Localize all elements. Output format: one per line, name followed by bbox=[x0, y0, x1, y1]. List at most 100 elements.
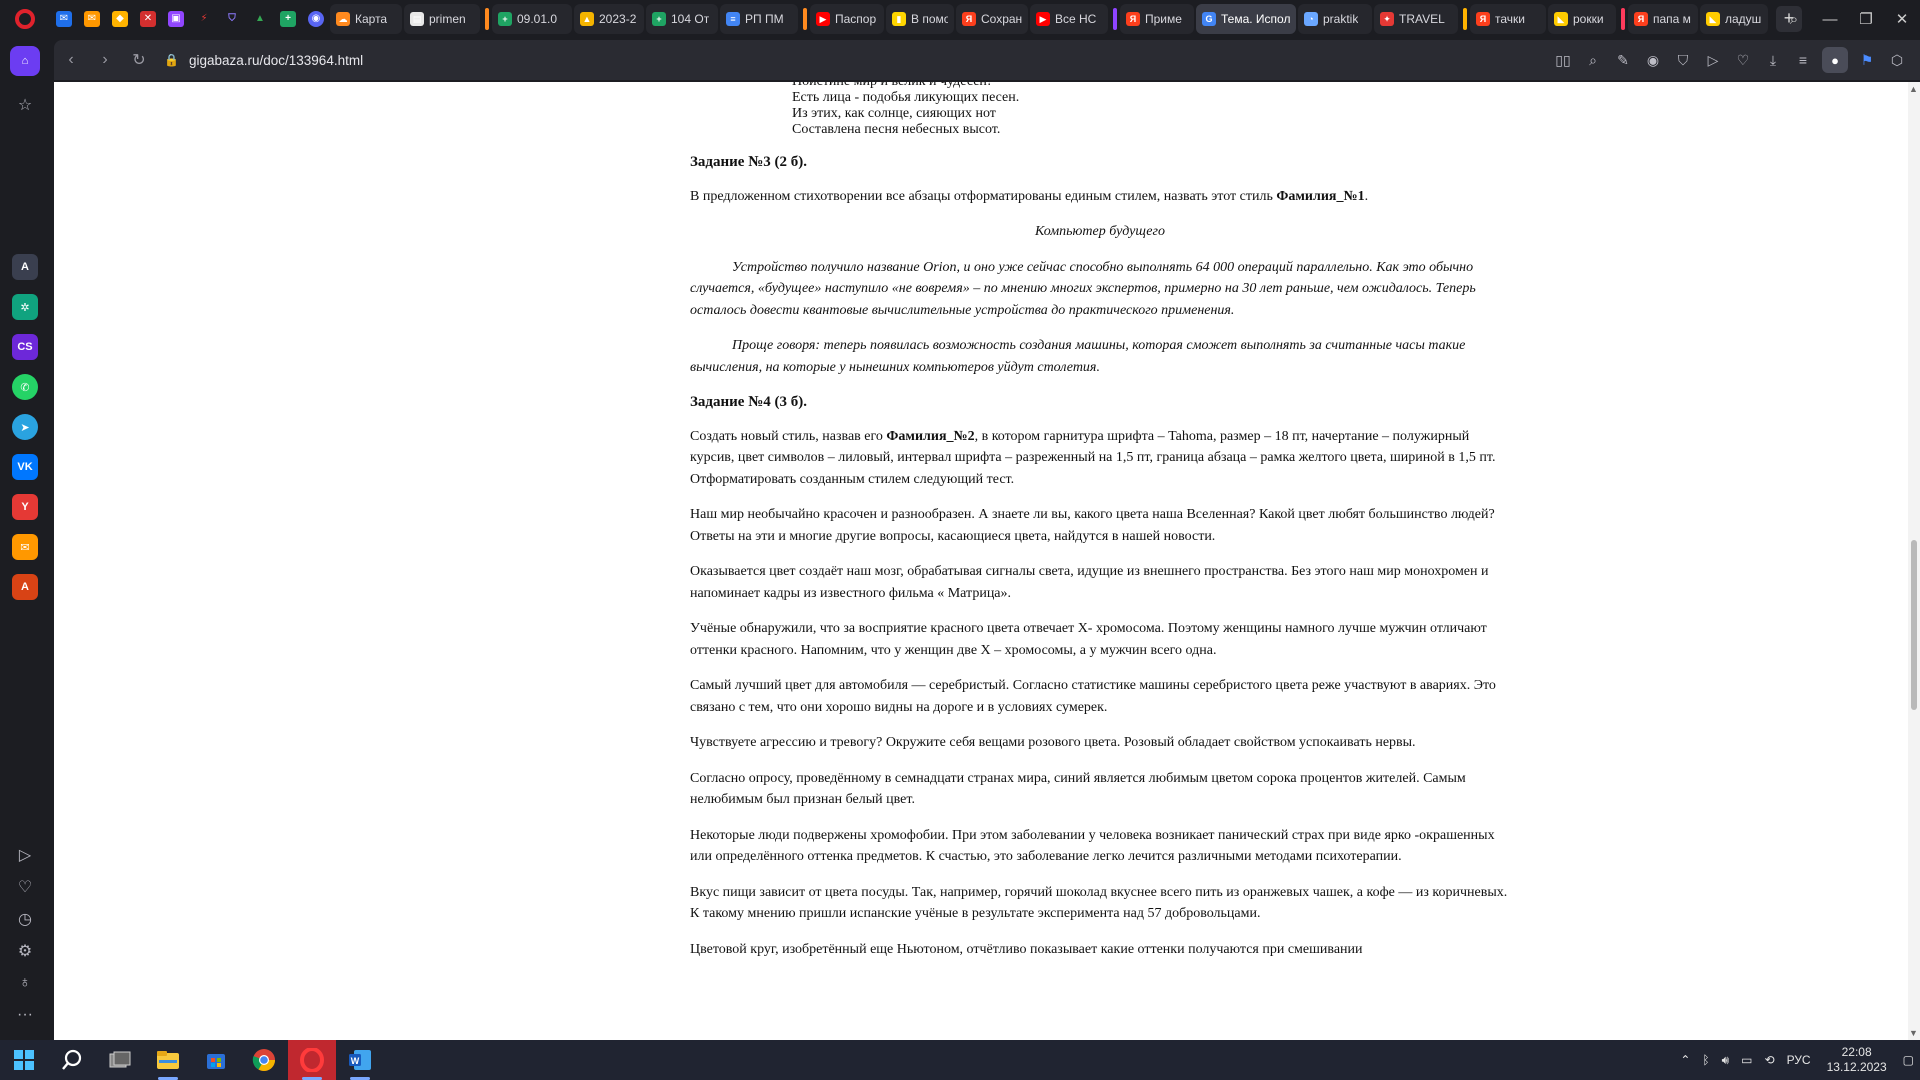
browser-tab[interactable]: ▶ Все НС bbox=[1030, 4, 1108, 34]
screen: ✉ ✉ ◆ ✕ ▣ ⚡ ⛉ ▲ + ◉ ☁ Карта ▤ primen +09.01.… bbox=[0, 0, 1920, 1080]
address-bar[interactable]: 🔒 gigabaza.ru/doc/133964.html bbox=[164, 53, 363, 68]
browser-tab[interactable]: ◔ praktik bbox=[1298, 4, 1372, 34]
sidebar-player[interactable]: ▷ bbox=[10, 840, 40, 870]
pinned-tab-drive[interactable]: ▲ bbox=[246, 0, 274, 38]
task3-text-a: В предложенном стихотворении все абзацы … bbox=[690, 188, 1277, 204]
minimize-button[interactable]: — bbox=[1812, 0, 1848, 38]
sidebar-yandex[interactable]: Y bbox=[10, 492, 40, 522]
task-view-button[interactable] bbox=[96, 1040, 144, 1080]
sidebar-whatsapp[interactable]: ✆ bbox=[10, 372, 40, 402]
tab-group-marker[interactable] bbox=[1113, 8, 1117, 30]
sidebar-translate[interactable]: A bbox=[10, 572, 40, 602]
reload-button[interactable]: ↻ bbox=[122, 40, 156, 80]
opera-menu-button[interactable] bbox=[0, 0, 50, 38]
sidebar-home[interactable]: ⌂ bbox=[10, 46, 40, 76]
browser-tab[interactable]: ▮ В помо bbox=[886, 4, 954, 34]
reader-icon[interactable]: ▯▯ bbox=[1548, 40, 1578, 80]
sidebar-tips[interactable]: ♁ bbox=[10, 968, 40, 998]
browser-tab[interactable]: ▶ Паспор bbox=[810, 4, 884, 34]
sheets-icon: + bbox=[280, 11, 296, 27]
tab-group-marker[interactable] bbox=[803, 8, 807, 30]
close-window-button[interactable]: ✕ bbox=[1884, 0, 1920, 38]
browser-tab[interactable]: ◣ ладуш bbox=[1700, 4, 1768, 34]
pinned-tab-mail[interactable]: ✉ bbox=[50, 0, 78, 38]
notifications-icon[interactable]: ▢ bbox=[1897, 1053, 1920, 1067]
pinned-tab-discord[interactable]: ◉ bbox=[302, 0, 330, 38]
browser-tab[interactable]: ▤ primen bbox=[404, 4, 480, 34]
back-button[interactable]: ‹ bbox=[54, 40, 88, 80]
pinned-tab-twitch[interactable]: ▣ bbox=[162, 0, 190, 38]
browser-tab[interactable]: Ятачки bbox=[1470, 4, 1546, 34]
sidebar-chatsonic[interactable]: CS bbox=[10, 332, 40, 362]
pinned-tab-shield[interactable]: ⛉ bbox=[218, 0, 246, 38]
bluetooth-icon[interactable]: ᛒ bbox=[1696, 1053, 1715, 1067]
task4-text-a: Создать новый стиль, назвав его bbox=[690, 428, 887, 444]
search-button[interactable] bbox=[48, 1040, 96, 1080]
browser-tab[interactable]: ☁ Карта bbox=[330, 4, 402, 34]
start-button[interactable] bbox=[0, 1040, 48, 1080]
sidebar-bookmarks[interactable]: ☆ bbox=[10, 90, 40, 120]
scroll-down-icon[interactable]: ▼ bbox=[1909, 1028, 1918, 1038]
taskbar-word[interactable]: W bbox=[336, 1040, 384, 1080]
sidebar-more[interactable]: ··· bbox=[10, 1000, 40, 1030]
sidebar-history[interactable]: ◷ bbox=[10, 904, 40, 934]
send-icon[interactable]: ▷ bbox=[1698, 40, 1728, 80]
sidebar-mail[interactable]: ✉ bbox=[10, 532, 40, 562]
clock[interactable]: 22:08 13.12.2023 bbox=[1817, 1045, 1897, 1075]
browser-tab[interactable]: Я Сохран bbox=[956, 4, 1028, 34]
language-indicator[interactable]: РУС bbox=[1781, 1053, 1817, 1067]
sidebar-telegram[interactable]: ➤ bbox=[10, 412, 40, 442]
page-scrollbar[interactable]: ▲ ▼ bbox=[1908, 82, 1920, 1040]
forward-button[interactable]: › bbox=[88, 40, 122, 80]
lock-icon: 🔒 bbox=[164, 53, 179, 67]
sidebar-chatgpt[interactable]: ✲ bbox=[10, 292, 40, 322]
content-paragraphs: Наш мир необычайно красочен и разнообраз… bbox=[690, 504, 1510, 960]
sidebar-vk[interactable]: VK bbox=[10, 452, 40, 482]
browser-tab[interactable]: Я Приме bbox=[1120, 4, 1194, 34]
sidebar-favorites[interactable]: ♡ bbox=[10, 872, 40, 902]
menu-icon[interactable]: ≡ bbox=[1788, 40, 1818, 80]
tab-title: 09.01.0 bbox=[517, 12, 558, 26]
scroll-thumb[interactable] bbox=[1911, 540, 1917, 710]
download-icon[interactable]: ⤓ bbox=[1758, 40, 1788, 80]
browser-tab[interactable]: ◣ рокки bbox=[1548, 4, 1616, 34]
browser-tab[interactable]: ≡ РП ПМ bbox=[720, 4, 798, 34]
youtube-icon: ▶ bbox=[816, 12, 830, 26]
scroll-up-icon[interactable]: ▲ bbox=[1909, 84, 1918, 94]
heart-icon[interactable]: ♡ bbox=[1728, 40, 1758, 80]
restore-button[interactable]: ❐ bbox=[1848, 0, 1884, 38]
box-icon[interactable]: ⬡ bbox=[1882, 40, 1912, 80]
taskbar-explorer[interactable] bbox=[144, 1040, 192, 1080]
page-search-icon[interactable]: ⌕ bbox=[1578, 40, 1608, 80]
tab-group-marker[interactable] bbox=[485, 8, 489, 30]
sidebar-settings[interactable]: ⚙ bbox=[10, 936, 40, 966]
tab-title: praktik bbox=[1323, 12, 1359, 26]
taskbar-chrome[interactable] bbox=[240, 1040, 288, 1080]
profile-avatar[interactable]: ● bbox=[1822, 47, 1848, 73]
pinned-tab-sheets[interactable]: + bbox=[274, 0, 302, 38]
pinned-tab-mail2[interactable]: ✉ bbox=[78, 0, 106, 38]
extension-icon[interactable]: ⚑ bbox=[1852, 40, 1882, 80]
browser-tab[interactable]: ✦ TRAVEL bbox=[1374, 4, 1458, 34]
pinned-tab-bolt[interactable]: ⚡ bbox=[190, 0, 218, 38]
browser-tab[interactable]: ▲ 2023-2 bbox=[574, 4, 644, 34]
browser-tab[interactable]: Япапа м bbox=[1628, 4, 1698, 34]
browser-tab[interactable]: G Тема. Испол bbox=[1196, 4, 1296, 34]
sidebar-aria[interactable]: A bbox=[10, 252, 40, 282]
edit-icon[interactable]: ✎ bbox=[1608, 40, 1638, 80]
browser-tab[interactable]: +104 От bbox=[646, 4, 718, 34]
tab-search-icon[interactable]: ⌕ bbox=[1776, 0, 1812, 38]
network-icon[interactable]: ▭ bbox=[1735, 1053, 1758, 1067]
tab-group-marker[interactable] bbox=[1621, 8, 1625, 30]
sync-icon[interactable]: ⟲ bbox=[1759, 1053, 1781, 1067]
browser-tab[interactable]: +09.01.0 bbox=[492, 4, 572, 34]
taskbar-store[interactable] bbox=[192, 1040, 240, 1080]
volume-icon[interactable]: 🔊︎ bbox=[1716, 1053, 1736, 1068]
pinned-tab-puzzle[interactable]: ◆ bbox=[106, 0, 134, 38]
vpn-shield-icon[interactable]: ⛉ bbox=[1668, 40, 1698, 80]
pinned-tab-tool[interactable]: ✕ bbox=[134, 0, 162, 38]
tab-group-marker[interactable] bbox=[1463, 8, 1467, 30]
camera-icon[interactable]: ◉ bbox=[1638, 40, 1668, 80]
taskbar-opera[interactable] bbox=[288, 1040, 336, 1080]
tray-overflow-icon[interactable]: ⌃ bbox=[1674, 1053, 1696, 1067]
